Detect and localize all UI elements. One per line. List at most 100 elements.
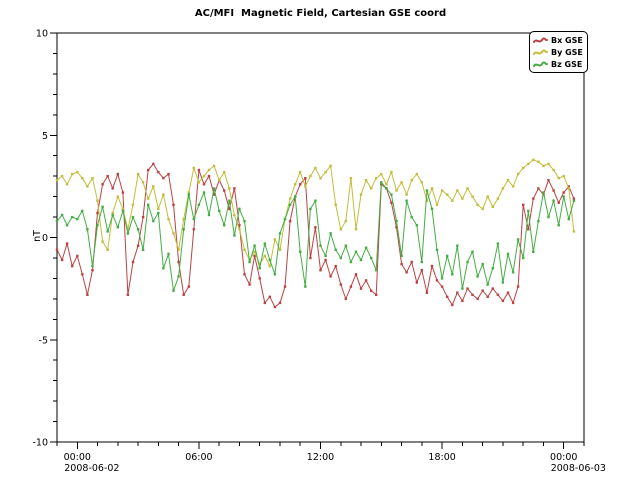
data-point-bx-gse bbox=[471, 294, 473, 296]
data-point-bz-gse bbox=[355, 251, 357, 253]
data-point-bx-gse bbox=[284, 285, 286, 287]
data-point-by-gse bbox=[471, 195, 473, 197]
data-point-bx-gse bbox=[223, 189, 225, 191]
data-point-bz-gse bbox=[117, 226, 119, 228]
data-point-bz-gse bbox=[233, 234, 235, 236]
data-point-bz-gse bbox=[345, 245, 347, 247]
data-point-by-gse bbox=[492, 206, 494, 208]
data-point-bx-gse bbox=[390, 202, 392, 204]
data-point-bz-gse bbox=[502, 281, 504, 283]
data-point-bx-gse bbox=[431, 265, 433, 267]
data-point-by-gse bbox=[218, 179, 220, 181]
data-point-bx-gse bbox=[466, 287, 468, 289]
data-point-by-gse bbox=[91, 177, 93, 179]
data-point-bx-gse bbox=[61, 259, 63, 261]
data-point-bx-gse bbox=[482, 290, 484, 292]
data-point-by-gse bbox=[243, 249, 245, 251]
data-point-by-gse bbox=[517, 173, 519, 175]
data-point-by-gse bbox=[86, 185, 88, 187]
data-point-by-gse bbox=[340, 228, 342, 230]
data-point-bx-gse bbox=[360, 287, 362, 289]
bz-line-sample-icon bbox=[533, 60, 548, 69]
data-point-bz-gse bbox=[157, 212, 159, 214]
data-point-by-gse bbox=[380, 173, 382, 175]
x-date-label: 2008-06-02 bbox=[64, 463, 119, 474]
data-point-by-gse bbox=[542, 165, 544, 167]
data-point-bz-gse bbox=[177, 275, 179, 277]
data-point-by-gse bbox=[527, 163, 529, 165]
x-tick-label: 00:00 bbox=[550, 452, 577, 463]
data-point-bx-gse bbox=[436, 279, 438, 281]
data-point-by-gse bbox=[228, 187, 230, 189]
data-point-by-gse bbox=[66, 183, 68, 185]
data-point-by-gse bbox=[203, 175, 205, 177]
data-point-by-gse bbox=[466, 187, 468, 189]
data-point-bz-gse bbox=[243, 220, 245, 222]
data-point-bz-gse bbox=[532, 251, 534, 253]
data-point-by-gse bbox=[71, 173, 73, 175]
data-point-bx-gse bbox=[248, 283, 250, 285]
data-point-bx-gse bbox=[552, 189, 554, 191]
legend-label-bx: Bx GSE bbox=[551, 36, 583, 45]
data-point-bx-gse bbox=[147, 169, 149, 171]
data-point-bz-gse bbox=[487, 283, 489, 285]
legend: Bx GSE By GSE Bz GSE bbox=[529, 31, 588, 73]
data-point-by-gse bbox=[507, 179, 509, 181]
data-point-bz-gse bbox=[223, 224, 225, 226]
data-point-by-gse bbox=[532, 159, 534, 161]
data-point-bz-gse bbox=[456, 245, 458, 247]
data-point-bz-gse bbox=[476, 275, 478, 277]
data-point-bx-gse bbox=[537, 187, 539, 189]
data-point-by-gse bbox=[482, 208, 484, 210]
data-point-bz-gse bbox=[411, 216, 413, 218]
data-point-by-gse bbox=[279, 249, 281, 251]
magnetic-field-plot-window: AC/MFI Magnetic Field, Cartesian GSE coo… bbox=[0, 0, 640, 480]
data-point-bx-gse bbox=[365, 279, 367, 281]
data-point-bz-gse bbox=[198, 204, 200, 206]
data-point-bx-gse bbox=[274, 306, 276, 308]
plot-frame bbox=[57, 33, 584, 442]
data-point-bx-gse bbox=[264, 302, 266, 304]
data-point-bz-gse bbox=[552, 200, 554, 202]
data-point-bx-gse bbox=[188, 285, 190, 287]
data-point-by-gse bbox=[142, 181, 144, 183]
data-point-bz-gse bbox=[101, 206, 103, 208]
data-point-bz-gse bbox=[329, 232, 331, 234]
data-point-bz-gse bbox=[66, 224, 68, 226]
data-point-bx-gse bbox=[476, 298, 478, 300]
data-point-by-gse bbox=[152, 185, 154, 187]
data-point-bx-gse bbox=[340, 283, 342, 285]
data-point-by-gse bbox=[264, 255, 266, 257]
data-point-bz-gse bbox=[400, 255, 402, 257]
data-point-bx-gse bbox=[355, 273, 357, 275]
data-point-bz-gse bbox=[208, 214, 210, 216]
data-point-bz-gse bbox=[405, 200, 407, 202]
data-point-bz-gse bbox=[507, 253, 509, 255]
data-point-bx-gse bbox=[56, 249, 58, 251]
y-tick-label: -5 bbox=[39, 335, 48, 346]
data-point-by-gse bbox=[233, 214, 235, 216]
data-point-bz-gse bbox=[421, 261, 423, 263]
data-point-bx-gse bbox=[502, 300, 504, 302]
data-point-bx-gse bbox=[319, 269, 321, 271]
data-point-bz-gse bbox=[573, 200, 575, 202]
data-point-bx-gse bbox=[324, 259, 326, 261]
x-tick-label: 12:00 bbox=[307, 452, 334, 463]
data-point-bx-gse bbox=[451, 304, 453, 306]
data-point-by-gse bbox=[456, 189, 458, 191]
data-point-bx-gse bbox=[233, 187, 235, 189]
data-point-bz-gse bbox=[142, 249, 144, 251]
data-point-by-gse bbox=[81, 177, 83, 179]
data-point-bz-gse bbox=[218, 210, 220, 212]
data-point-by-gse bbox=[329, 165, 331, 167]
data-point-bx-gse bbox=[517, 285, 519, 287]
legend-item-bx: Bx GSE bbox=[533, 34, 583, 46]
data-point-bz-gse bbox=[360, 259, 362, 261]
data-point-bx-gse bbox=[527, 228, 529, 230]
data-point-by-gse bbox=[101, 240, 103, 242]
data-point-by-gse bbox=[188, 191, 190, 193]
x-tick-label: 00:00 bbox=[64, 452, 91, 463]
data-point-by-gse bbox=[441, 189, 443, 191]
data-point-bz-gse bbox=[568, 218, 570, 220]
data-point-by-gse bbox=[385, 183, 387, 185]
